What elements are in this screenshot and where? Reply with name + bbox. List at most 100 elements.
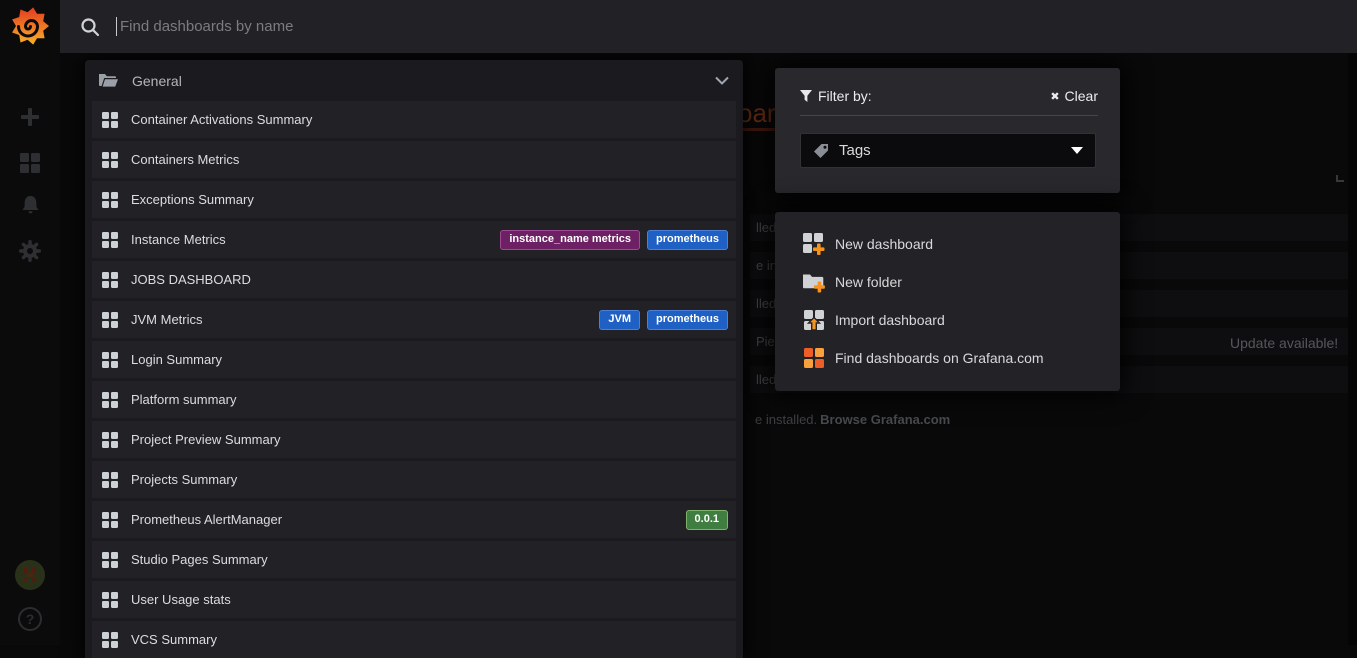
dashboard-name: Container Activations Summary — [131, 112, 312, 127]
new-folder-icon — [801, 270, 826, 294]
dashboard-row[interactable]: Platform summary — [92, 381, 736, 418]
tag-badge[interactable]: instance_name metrics — [500, 230, 640, 250]
dashboard-search-input[interactable]: Find dashboards by name — [116, 0, 1357, 53]
dashboard-grid-icon — [102, 552, 118, 568]
clear-label: Clear — [1065, 88, 1098, 104]
help-icon: ? — [18, 607, 42, 631]
new-dashboard-icon — [801, 232, 826, 256]
create-new-button[interactable] — [0, 106, 60, 128]
chevron-down-icon[interactable] — [715, 76, 729, 85]
menu-item-new-dashboard[interactable]: New dashboard — [775, 225, 1120, 263]
background-row-fragment: lled — [756, 372, 776, 387]
plus-icon — [19, 106, 41, 128]
dashboard-name: Instance Metrics — [131, 232, 226, 247]
dashboard-name: Studio Pages Summary — [131, 552, 268, 567]
dashboard-row[interactable]: Projects Summary — [92, 461, 736, 498]
background-heading-fragment: oard — [738, 98, 776, 128]
dashboard-row[interactable]: Instance Metrics instance_name metrics p… — [92, 221, 736, 258]
folder-name: General — [132, 73, 182, 89]
dashboard-row[interactable]: Containers Metrics — [92, 141, 736, 178]
tags-dropdown-label: Tags — [839, 142, 871, 159]
footer-fragment: e installed. — [755, 412, 817, 427]
filter-panel: Filter by: ✖ Clear Tags — [775, 68, 1120, 193]
dashboard-row[interactable]: JVM Metrics JVM prometheus — [92, 301, 736, 338]
sidebar: ? — [0, 0, 60, 645]
search-placeholder: Find dashboards by name — [120, 18, 293, 35]
dashboard-row[interactable]: JOBS DASHBOARD — [92, 261, 736, 298]
menu-item-label: New dashboard — [835, 236, 933, 252]
menu-item-find-dashboards-grafana-com[interactable]: Find dashboards on Grafana.com — [775, 339, 1120, 377]
dashboard-name: Prometheus AlertManager — [131, 512, 282, 527]
dashboard-name: User Usage stats — [131, 592, 231, 607]
dashboard-grid-icon — [102, 472, 118, 488]
text-caret — [116, 17, 117, 36]
configuration-nav-button[interactable] — [0, 239, 60, 263]
dashboard-grid-icon — [102, 232, 118, 248]
background-corner-glyph — [1336, 175, 1344, 182]
dashboard-row[interactable]: Prometheus AlertManager 0.0.1 — [92, 501, 736, 538]
dashboard-name: Project Preview Summary — [131, 432, 281, 447]
update-available-label: Update available! — [1230, 335, 1338, 351]
search-topbar: Find dashboards by name — [60, 0, 1357, 53]
dashboards-nav-button[interactable] — [0, 152, 60, 174]
dashboard-name: Containers Metrics — [131, 152, 239, 167]
import-dashboard-icon — [801, 308, 826, 332]
dashboard-name: Platform summary — [131, 392, 236, 407]
dashboard-grid-icon — [102, 192, 118, 208]
right-gutter — [1348, 53, 1357, 645]
menu-item-new-folder[interactable]: New folder — [775, 263, 1120, 301]
dashboard-grid-icon — [102, 152, 118, 168]
dashboard-grid-icon — [102, 632, 118, 648]
grafana-com-icon — [801, 347, 826, 369]
tags-filter-dropdown[interactable]: Tags — [800, 133, 1096, 168]
dashboard-row[interactable]: Login Summary — [92, 341, 736, 378]
bell-icon — [20, 195, 41, 218]
help-button[interactable]: ? — [0, 607, 60, 631]
dashboard-grid-icon — [102, 112, 118, 128]
dashboard-grid-icon — [102, 272, 118, 288]
dashboard-grid-icon — [102, 432, 118, 448]
grafana-flame-icon — [10, 6, 50, 46]
filter-header: Filter by: ✖ Clear — [800, 88, 1098, 116]
dashboard-grid-icon — [102, 392, 118, 408]
tag-badge[interactable]: prometheus — [647, 310, 728, 330]
gear-icon — [18, 239, 42, 263]
menu-item-label: Import dashboard — [835, 312, 945, 328]
dashboard-row[interactable]: Exceptions Summary — [92, 181, 736, 218]
tag-badge[interactable]: prometheus — [647, 230, 728, 250]
dashboard-grid-icon — [102, 312, 118, 328]
search-icon — [80, 17, 100, 37]
background-row-fragment: Pie — [756, 334, 775, 349]
dashboard-grid-icon — [102, 352, 118, 368]
menu-item-label: Find dashboards on Grafana.com — [835, 350, 1044, 366]
dashboard-row[interactable]: VCS Summary — [92, 621, 736, 658]
clear-filters-button[interactable]: ✖ Clear — [1050, 88, 1098, 104]
dashboard-name: JOBS DASHBOARD — [131, 272, 251, 287]
dashboards-grid-icon — [19, 152, 41, 174]
tag-badge[interactable]: JVM — [599, 310, 640, 330]
dashboard-row[interactable]: User Usage stats — [92, 581, 736, 618]
background-row-fragment: e in — [756, 258, 777, 273]
clear-x-icon: ✖ — [1050, 90, 1059, 103]
dashboard-name: Exceptions Summary — [131, 192, 254, 207]
tag-badge[interactable]: 0.0.1 — [686, 510, 728, 530]
dashboard-row[interactable]: Container Activations Summary — [92, 101, 736, 138]
user-avatar[interactable] — [0, 560, 60, 590]
menu-item-import-dashboard[interactable]: Import dashboard — [775, 301, 1120, 339]
grafana-logo[interactable] — [10, 6, 50, 46]
tag-icon — [813, 143, 829, 159]
dashboard-grid-icon — [102, 512, 118, 528]
alerting-nav-button[interactable] — [0, 195, 60, 218]
background-row-fragment: lled — [756, 296, 776, 311]
background-footer-line: e installed.Browse Grafana.com — [755, 412, 950, 427]
dashboard-name: Login Summary — [131, 352, 222, 367]
background-row-fragment: lled — [756, 220, 776, 235]
dashboard-name: JVM Metrics — [131, 312, 203, 327]
browse-grafana-link: Browse Grafana.com — [820, 412, 950, 427]
folder-section-general[interactable]: General — [92, 60, 736, 101]
search-results-panel: General Container Activations Summary Co… — [85, 60, 743, 658]
dashboard-grid-icon — [102, 592, 118, 608]
dashboard-row[interactable]: Project Preview Summary — [92, 421, 736, 458]
dashboard-row[interactable]: Studio Pages Summary — [92, 541, 736, 578]
avatar-image — [15, 560, 45, 590]
